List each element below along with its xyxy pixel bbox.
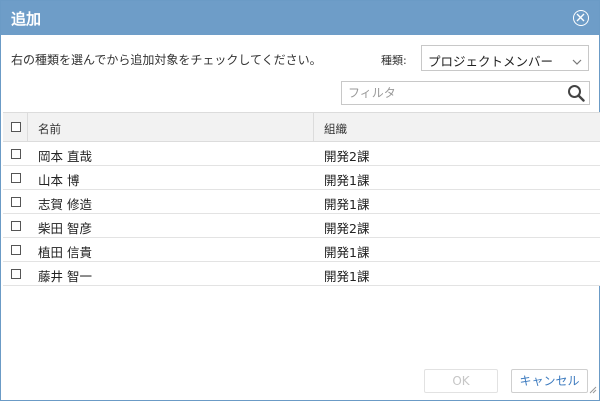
table-row[interactable]: 志賀 修造 開発1課	[3, 190, 600, 214]
member-name: 志賀 修造	[38, 197, 92, 212]
table-row[interactable]: 柴田 智彦 開発2課	[3, 214, 600, 238]
table-row[interactable]: 山本 博 開発1課	[3, 166, 600, 190]
member-name: 山本 博	[38, 173, 80, 188]
row-checkbox[interactable]	[11, 269, 21, 279]
chevron-down-icon	[572, 52, 582, 71]
table-row[interactable]: 藤井 智一 開発1課	[3, 262, 600, 286]
filter-field	[341, 81, 590, 105]
table-header: 名前 組織	[3, 112, 600, 142]
member-org: 開発1課	[324, 197, 370, 212]
member-org: 開発1課	[324, 269, 370, 284]
ok-button[interactable]: OK	[424, 369, 498, 393]
filter-input[interactable]	[342, 82, 563, 104]
member-org: 開発1課	[324, 245, 370, 260]
dialog-title: 追加	[11, 10, 42, 28]
row-checkbox[interactable]	[11, 173, 21, 183]
column-header-name[interactable]: 名前	[38, 121, 61, 137]
member-org: 開発2課	[324, 149, 370, 164]
member-org: 開発1課	[324, 173, 370, 188]
row-checkbox[interactable]	[11, 221, 21, 231]
type-select-value: プロジェクトメンバー	[428, 54, 554, 69]
type-select[interactable]: プロジェクトメンバー	[421, 45, 589, 71]
select-all-checkbox[interactable]	[11, 122, 21, 132]
column-header-org[interactable]: 組織	[324, 121, 347, 137]
member-org: 開発2課	[324, 221, 370, 236]
dialog-titlebar[interactable]: 追加	[1, 1, 599, 35]
row-checkbox[interactable]	[11, 149, 21, 159]
add-dialog: 追加 右の種類を選んでから追加対象をチェックしてください。 種類: プロジェクト…	[0, 0, 600, 401]
instruction-text: 右の種類を選んでから追加対象をチェックしてください。	[11, 53, 322, 67]
resize-grip-icon[interactable]	[589, 379, 597, 398]
close-icon[interactable]	[573, 10, 589, 26]
column-divider	[27, 113, 28, 141]
member-name: 柴田 智彦	[38, 221, 92, 236]
table-row[interactable]: 植田 信貴 開発1課	[3, 238, 600, 262]
row-checkbox[interactable]	[11, 197, 21, 207]
member-name: 植田 信貴	[38, 245, 92, 260]
member-name: 岡本 直哉	[38, 149, 92, 164]
row-checkbox[interactable]	[11, 245, 21, 255]
cancel-button[interactable]: キャンセル	[511, 369, 588, 393]
search-icon[interactable]	[567, 84, 585, 106]
member-name: 藤井 智一	[38, 269, 92, 284]
column-divider	[313, 113, 314, 141]
type-label: 種類:	[381, 54, 407, 67]
table-row[interactable]: 岡本 直哉 開発2課	[3, 142, 600, 166]
